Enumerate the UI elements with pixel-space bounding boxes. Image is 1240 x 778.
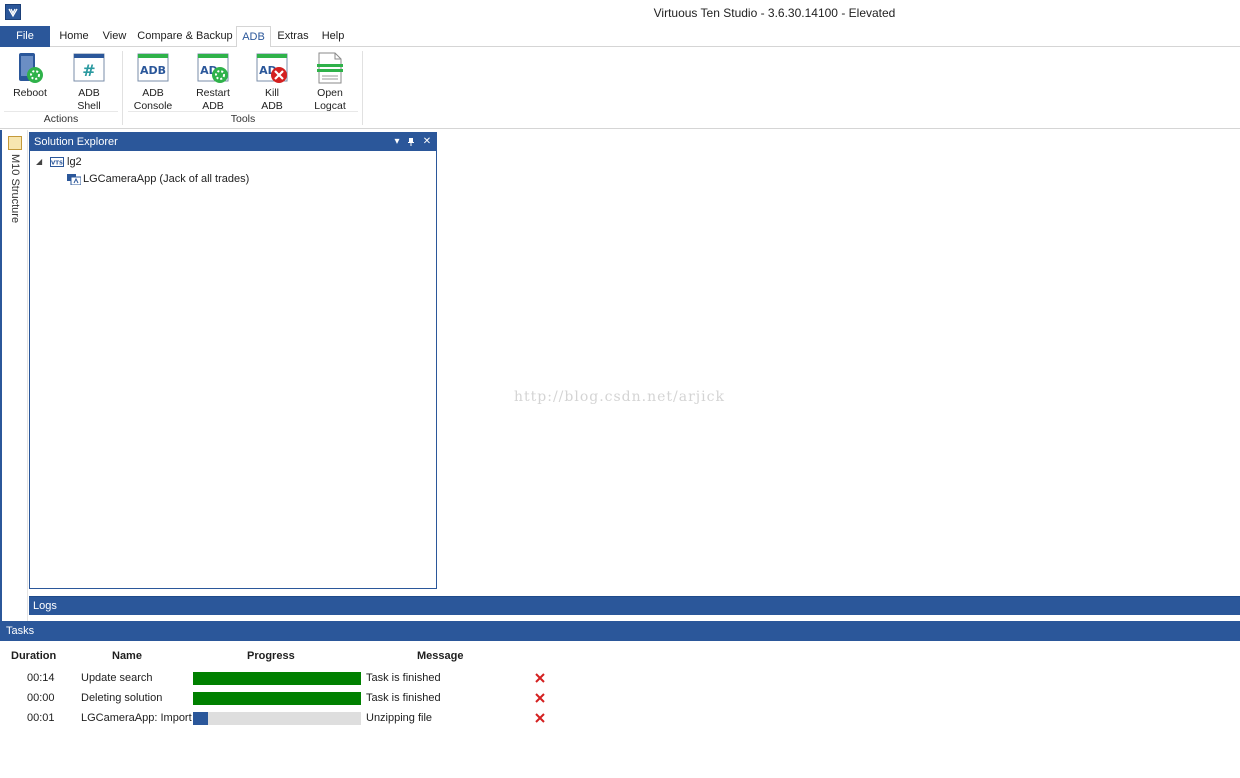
adb-console-button[interactable]: ADB ADB Console bbox=[125, 51, 181, 113]
task-row[interactable]: 00:01 LGCameraApp: Import Unzipping file bbox=[0, 709, 1240, 729]
pin-icon[interactable] bbox=[405, 135, 417, 148]
task-message: Task is finished bbox=[366, 672, 441, 684]
tree-node-label: LGCameraApp (Jack of all trades) bbox=[83, 173, 250, 185]
column-header-duration[interactable]: Duration bbox=[11, 650, 56, 662]
group-label-actions: Actions bbox=[43, 113, 79, 125]
open-logcat-button[interactable]: Open Logcat bbox=[302, 51, 358, 113]
title-bar: Virtuous Ten Studio - 3.6.30.14100 - Ele… bbox=[0, 0, 1240, 26]
task-row[interactable]: 00:14 Update search Task is finished bbox=[0, 669, 1240, 689]
reboot-label: Reboot bbox=[13, 87, 47, 99]
column-header-message[interactable]: Message bbox=[417, 650, 463, 662]
tab-help[interactable]: Help bbox=[316, 26, 350, 47]
task-name: Update search bbox=[81, 672, 153, 684]
reboot-button[interactable]: Reboot bbox=[2, 51, 58, 100]
m10-structure-tab[interactable]: M10 Structure bbox=[6, 154, 24, 254]
task-progress-bar bbox=[193, 672, 361, 685]
restart-adb-label: Restart bbox=[196, 87, 230, 99]
group-label-tools: Tools bbox=[230, 113, 256, 125]
tab-home[interactable]: Home bbox=[55, 26, 93, 47]
task-message: Unzipping file bbox=[366, 712, 433, 724]
reboot-icon bbox=[19, 53, 43, 83]
ribbon-tab-bar: File Home View Compare & Backup ADB Extr… bbox=[0, 26, 1240, 48]
task-name: Deleting solution bbox=[81, 692, 163, 704]
vts-badge: VTS bbox=[51, 161, 63, 167]
adb-shell-icon-glyph: # bbox=[82, 61, 95, 80]
m10-structure-label: M10 Structure bbox=[9, 154, 21, 224]
tasks-panel: Duration Name Progress Message 00:14 Upd… bbox=[0, 641, 1240, 778]
watermark: http://blog.csdn.net/arjick bbox=[514, 389, 725, 405]
task-duration: 00:14 bbox=[27, 672, 55, 684]
window-title: Virtuous Ten Studio - 3.6.30.14100 - Ele… bbox=[653, 6, 896, 20]
task-row[interactable]: 00:00 Deleting solution Task is finished bbox=[0, 689, 1240, 709]
task-progress-fill bbox=[193, 712, 209, 725]
solution-tree: ◢ VTS lg2 LGCameraApp (Jack of all trade… bbox=[30, 152, 436, 588]
column-header-progress[interactable]: Progress bbox=[247, 650, 295, 662]
task-progress-fill bbox=[193, 672, 361, 685]
tab-file[interactable]: File bbox=[0, 26, 50, 47]
logs-title: Logs bbox=[33, 600, 57, 612]
tasks-title: Tasks bbox=[6, 625, 35, 637]
tree-node-lgcameraapp[interactable]: LGCameraApp (Jack of all trades) bbox=[30, 171, 330, 187]
restart-adb-button[interactable]: AD Restart ADB bbox=[185, 51, 241, 113]
tab-view[interactable]: View bbox=[97, 26, 132, 47]
column-header-name[interactable]: Name bbox=[112, 650, 142, 662]
adb-console-icon: ADB bbox=[137, 53, 169, 82]
adb-shell-label: ADB bbox=[78, 87, 100, 99]
kill-adb-label: Kill bbox=[264, 87, 279, 99]
open-logcat-label: Open bbox=[317, 87, 343, 99]
restart-adb-icon: AD bbox=[197, 53, 229, 83]
expander-icon[interactable]: ◢ bbox=[36, 154, 42, 170]
cancel-task-icon[interactable] bbox=[534, 712, 546, 724]
tab-compare-backup[interactable]: Compare & Backup bbox=[136, 26, 234, 47]
ribbon: Reboot # ADB Shell Actions ADB ADB Conso… bbox=[0, 47, 1240, 129]
project-icon bbox=[67, 174, 81, 185]
close-icon[interactable]: ✕ bbox=[421, 135, 433, 148]
adb-shell-button[interactable]: # ADB Shell bbox=[61, 51, 117, 113]
cancel-task-icon[interactable] bbox=[534, 672, 546, 684]
tree-node-lg2[interactable]: ◢ VTS lg2 bbox=[30, 154, 230, 170]
solution-explorer-panel: Solution Explorer ▾ ✕ ◢ VTS lg2 LGCamera… bbox=[29, 132, 437, 589]
task-progress-fill bbox=[193, 692, 361, 705]
tab-extras[interactable]: Extras bbox=[275, 26, 311, 47]
tab-adb[interactable]: ADB bbox=[236, 26, 271, 48]
task-message: Task is finished bbox=[366, 692, 441, 704]
adb-console-label: ADB bbox=[142, 87, 164, 99]
solution-explorer-header: Solution Explorer ▾ ✕ bbox=[30, 133, 436, 151]
task-duration: 00:00 bbox=[27, 692, 55, 704]
kill-adb-button[interactable]: AD Kill ADB bbox=[244, 51, 300, 113]
cancel-task-icon[interactable] bbox=[534, 692, 546, 704]
kill-adb-icon: AD bbox=[256, 53, 288, 83]
dropdown-icon[interactable]: ▾ bbox=[391, 135, 403, 148]
adb-console-icon-text: ADB bbox=[140, 64, 166, 77]
vts-solution-icon: VTS bbox=[50, 157, 64, 167]
open-logcat-icon bbox=[317, 52, 343, 84]
solution-explorer-title: Solution Explorer bbox=[34, 136, 118, 148]
m10-structure-icon[interactable] bbox=[8, 136, 22, 150]
logs-panel-header[interactable]: Logs bbox=[29, 596, 1240, 615]
task-duration: 00:01 bbox=[27, 712, 55, 724]
task-progress-bar bbox=[193, 692, 361, 705]
tree-node-label: lg2 bbox=[67, 156, 82, 168]
task-name: LGCameraApp: Import bbox=[81, 712, 192, 724]
task-progress-bar bbox=[193, 712, 361, 725]
tasks-panel-header[interactable]: Tasks bbox=[0, 621, 1240, 641]
adb-shell-icon: # bbox=[73, 53, 105, 82]
